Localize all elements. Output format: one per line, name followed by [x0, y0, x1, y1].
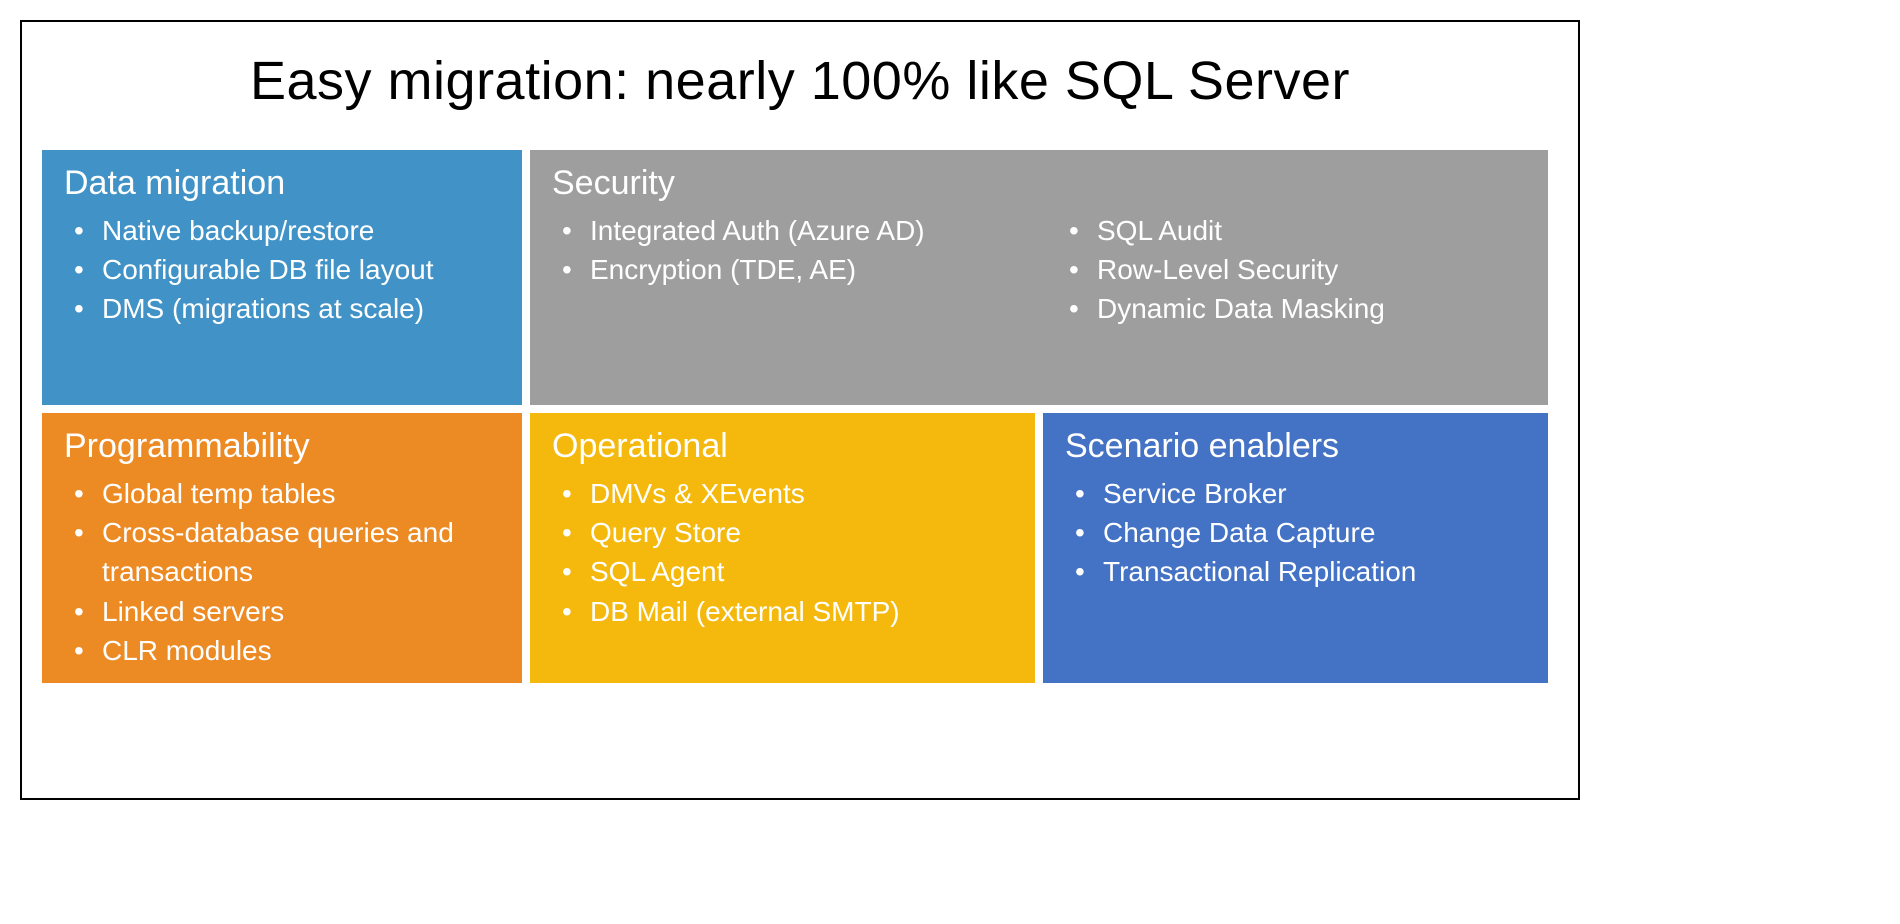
list-item: Integrated Auth (Azure AD) [580, 211, 1019, 250]
list-item: Encryption (TDE, AE) [580, 250, 1019, 289]
list-item: Service Broker [1093, 474, 1526, 513]
list-item: Change Data Capture [1093, 513, 1526, 552]
block-programmability: Programmability Global temp tables Cross… [42, 413, 522, 683]
block-operational-title: Operational [552, 427, 1013, 466]
list-item: DMVs & XEvents [580, 474, 1013, 513]
block-security-columns: Integrated Auth (Azure AD) Encryption (T… [552, 211, 1526, 329]
list-item: Configurable DB file layout [92, 250, 500, 289]
list-item: SQL Audit [1087, 211, 1526, 250]
list-item: CLR modules [92, 631, 500, 670]
block-programmability-list: Global temp tables Cross-database querie… [64, 474, 500, 670]
list-item: SQL Agent [580, 552, 1013, 591]
block-data-migration-list: Native backup/restore Configurable DB fi… [64, 211, 500, 329]
block-operational-list: DMVs & XEvents Query Store SQL Agent DB … [552, 474, 1013, 631]
list-item: Linked servers [92, 592, 500, 631]
list-item: Query Store [580, 513, 1013, 552]
block-programmability-title: Programmability [64, 427, 500, 466]
list-item: Dynamic Data Masking [1087, 289, 1526, 328]
block-data-migration: Data migration Native backup/restore Con… [42, 150, 522, 405]
block-scenario-title: Scenario enablers [1065, 427, 1526, 466]
block-scenario-list: Service Broker Change Data Capture Trans… [1065, 474, 1526, 592]
block-security-title: Security [552, 164, 1526, 203]
block-scenario: Scenario enablers Service Broker Change … [1043, 413, 1548, 683]
list-item: Global temp tables [92, 474, 500, 513]
list-item: Transactional Replication [1093, 552, 1526, 591]
block-security-col1: Integrated Auth (Azure AD) Encryption (T… [552, 211, 1019, 329]
slide-title: Easy migration: nearly 100% like SQL Ser… [42, 50, 1558, 112]
list-item: Native backup/restore [92, 211, 500, 250]
block-operational: Operational DMVs & XEvents Query Store S… [530, 413, 1035, 683]
content-grid: Data migration Native backup/restore Con… [42, 150, 1558, 778]
block-security: Security Integrated Auth (Azure AD) Encr… [530, 150, 1548, 405]
list-item: Cross-database queries and transactions [92, 513, 500, 591]
list-item: DB Mail (external SMTP) [580, 592, 1013, 631]
block-data-migration-title: Data migration [64, 164, 500, 203]
list-item: DMS (migrations at scale) [92, 289, 500, 328]
block-security-col2: SQL Audit Row-Level Security Dynamic Dat… [1059, 211, 1526, 329]
slide-frame: Easy migration: nearly 100% like SQL Ser… [20, 20, 1580, 800]
list-item: Row-Level Security [1087, 250, 1526, 289]
block-security-list2: SQL Audit Row-Level Security Dynamic Dat… [1059, 211, 1526, 329]
block-security-list1: Integrated Auth (Azure AD) Encryption (T… [552, 211, 1019, 289]
